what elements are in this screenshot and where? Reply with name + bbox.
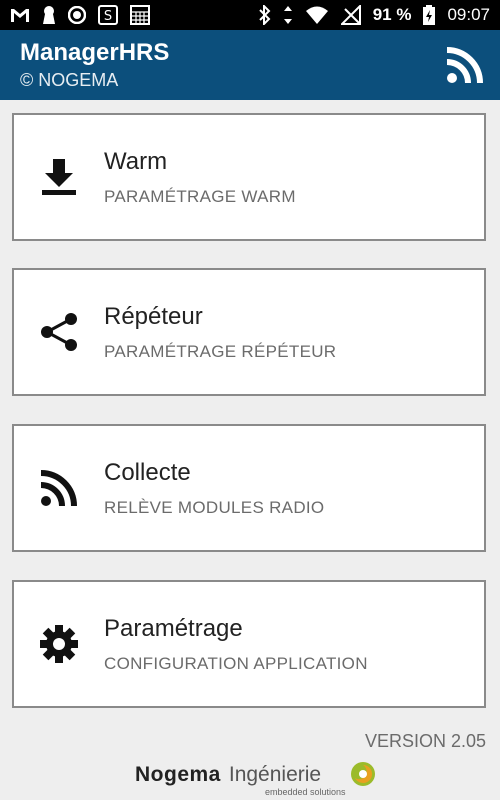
rss-icon (446, 47, 483, 84)
logo-tagline: embedded solutions (265, 787, 346, 797)
battery-charging-icon (423, 5, 436, 25)
status-bar: S 91 % 09:07 (0, 0, 500, 30)
menu-item-subtitle: CONFIGURATION APPLICATION (104, 654, 368, 673)
svg-text:S: S (104, 9, 112, 24)
app-bar: ManagerHRS © NOGEMA (0, 30, 500, 100)
menu-item-collecte[interactable]: Collecte RELÈVE MODULES RADIO (12, 424, 486, 552)
clock: 09:07 (447, 5, 490, 24)
gmail-icon (10, 7, 30, 23)
s-square-icon: S (98, 5, 118, 25)
menu-item-title: Paramétrage (104, 615, 243, 642)
logo-swirl-icon (351, 762, 375, 786)
menu-item-title: Collecte (104, 459, 191, 486)
app-subtitle: © NOGEMA (20, 70, 119, 90)
logo-brand: Nogema (135, 763, 221, 786)
version-label: VERSION 2.05 (364, 731, 486, 751)
menu-item-title: Répéteur (104, 303, 203, 330)
menu-item-subtitle: PARAMÉTRAGE RÉPÉTEUR (104, 342, 337, 361)
menu-item-title: Warm (104, 148, 168, 175)
record-icon (68, 6, 86, 24)
menu-item-subtitle: RELÈVE MODULES RADIO (104, 498, 325, 517)
gear-icon (40, 625, 78, 663)
keyhole-icon (42, 5, 56, 25)
wifi-icon (305, 6, 329, 24)
share-icon (41, 313, 77, 351)
bluetooth-icon (258, 5, 271, 25)
company-logo: Nogema Ingénierie embedded solutions (135, 755, 380, 799)
download-icon (42, 159, 76, 195)
app-title: ManagerHRS (20, 39, 170, 66)
calendar-grid-icon (130, 5, 150, 25)
menu-item-parametrage[interactable]: Paramétrage CONFIGURATION APPLICATION (12, 580, 486, 708)
menu-item-subtitle: PARAMÉTRAGE WARM (104, 187, 296, 206)
status-bar-notifications: S (10, 5, 150, 25)
status-bar-system: 91 % 09:07 (258, 5, 490, 25)
no-signal-icon (340, 5, 361, 25)
rss-action-button[interactable] (444, 44, 486, 86)
menu-item-repeteur[interactable]: Répéteur PARAMÉTRAGE RÉPÉTEUR (12, 268, 486, 396)
battery-percent: 91 % (372, 5, 412, 24)
rss-icon (40, 470, 77, 507)
logo-brand-secondary: Ingénierie (228, 763, 322, 786)
data-arrows-icon (283, 5, 293, 25)
menu-item-warm[interactable]: Warm PARAMÉTRAGE WARM (12, 113, 486, 241)
